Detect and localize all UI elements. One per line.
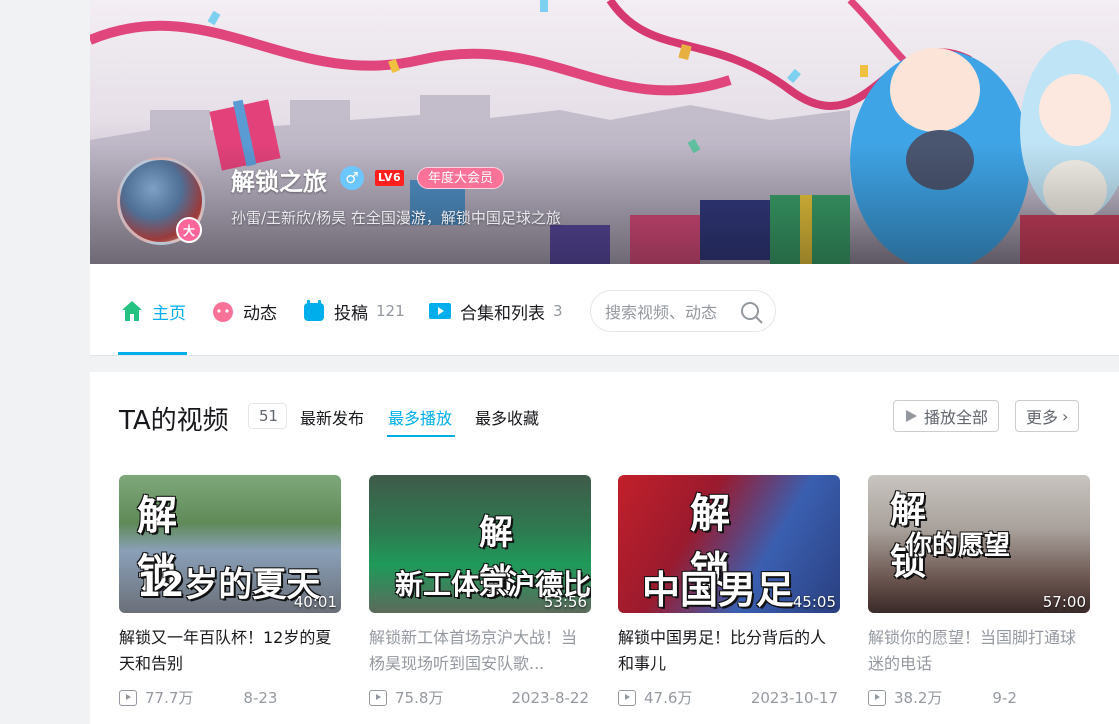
publish-date: 2023-10-17 [750,688,838,707]
video-card[interactable]: 解 锁 你的愿望 57:00 解锁你的愿望！当国脚打通球迷的电话 38.2万 9… [868,475,1090,708]
view-count: 38.2万 [894,689,943,707]
vip-badge[interactable]: 年度大会员 [417,167,505,189]
tab-upload[interactable]: 投稿 121 [302,296,405,326]
play-count-icon [369,689,387,706]
username[interactable]: 解锁之旅 [231,162,327,197]
video-title[interactable]: 解锁你的愿望！当国脚打通球迷的电话 [868,625,1090,677]
video-duration: 45:05 [792,593,836,611]
play-all-label: 播放全部 [924,408,989,427]
video-card[interactable]: 解 锁 12岁的夏天 40:01 解锁又一年百队杯！12岁的夏天和告别 77.7… [119,475,341,708]
publish-date: 9-2 [992,688,1017,707]
publish-date: 2023-8-22 [511,688,589,707]
search-input[interactable]: 搜索视频、动态 [590,290,776,332]
upload-count: 121 [376,302,405,320]
tab-collection-label: 合集和列表 [460,303,545,324]
upload-icon [304,300,324,321]
section-title: TA的视频 [119,406,229,436]
view-count: 77.7万 [145,689,194,707]
video-title[interactable]: 解锁又一年百队杯！12岁的夏天和告别 [119,625,341,677]
search-icon[interactable] [739,300,765,326]
video-thumbnail[interactable]: 解 锁 中国男足 45:05 [618,475,840,613]
tab-dynamic-label: 动态 [243,303,277,324]
male-gender-icon: ♂ [340,166,364,190]
thumbnail-subtitle: 你的愿望 [906,531,1011,561]
tab-dynamic[interactable]: 动态 [211,296,277,326]
thumbnail-subtitle: 中国男足 [642,568,795,612]
collection-count: 3 [553,302,563,320]
video-card[interactable]: 解 锁 新工体京沪德比 53:56 解锁新工体首场京沪大战！当杨昊现场听到国安队… [369,475,591,708]
view-count: 75.8万 [395,689,444,707]
play-all-button[interactable]: 播放全部 [893,400,1000,432]
more-label: 更多 [1026,408,1059,427]
video-thumbnail[interactable]: 解 锁 新工体京沪德比 53:56 [369,475,591,613]
videos-section: TA的视频 51 最新发布 最多播放 最多收藏 播放全部 更多 › 解 锁 12… [90,372,1119,724]
tab-upload-label: 投稿 [334,303,368,324]
avatar-badge: 大 [176,217,202,243]
video-meta: 47.6万 2023-10-17 [618,687,840,708]
level-badge: LV6 [375,170,405,186]
video-title[interactable]: 解锁新工体首场京沪大战！当杨昊现场听到国安队歌... [369,625,591,677]
sort-most-played[interactable]: 最多播放 [388,405,452,429]
sort-underline [387,435,455,437]
search-placeholder: 搜索视频、动态 [605,303,718,322]
collection-icon [429,303,451,319]
sort-most-favorited[interactable]: 最多收藏 [475,405,539,429]
profile-nav: 主页 动态 投稿 121 合集和列表 3 搜索视频、动态 [90,264,1119,356]
tab-collection[interactable]: 合集和列表 3 [428,296,563,326]
tab-home[interactable]: 主页 [120,296,186,326]
active-tab-underline [118,352,187,355]
dynamic-icon [213,302,233,322]
video-duration: 53:56 [543,593,587,611]
home-icon [122,301,142,321]
video-card[interactable]: 解 锁 中国男足 45:05 解锁中国男足！比分背后的人和事儿 47.6万 20… [618,475,840,708]
video-thumbnail[interactable]: 解 锁 12岁的夏天 40:01 [119,475,341,613]
video-meta: 75.8万 2023-8-22 [369,687,591,708]
publish-date: 8-23 [243,688,278,707]
play-count-icon [868,689,886,706]
play-count-icon [618,689,636,706]
video-meta: 38.2万 9-2 [868,687,1090,708]
more-button[interactable]: 更多 › [1015,400,1080,432]
video-count-badge: 51 [248,403,288,429]
video-title[interactable]: 解锁中国男足！比分背后的人和事儿 [618,625,840,677]
chevron-right-icon: › [1062,406,1069,426]
tab-home-label: 主页 [152,303,186,324]
user-sign: 孙雷/王新欣/杨昊 在全国漫游，解锁中国足球之旅 [231,209,561,227]
play-icon [906,410,917,422]
sort-latest[interactable]: 最新发布 [300,405,364,429]
view-count: 47.6万 [644,689,693,707]
video-duration: 57:00 [1042,593,1086,611]
video-duration: 40:01 [293,593,337,611]
video-meta: 77.7万 8-23 [119,687,341,708]
video-thumbnail[interactable]: 解 锁 你的愿望 57:00 [868,475,1090,613]
play-count-icon [119,689,137,706]
